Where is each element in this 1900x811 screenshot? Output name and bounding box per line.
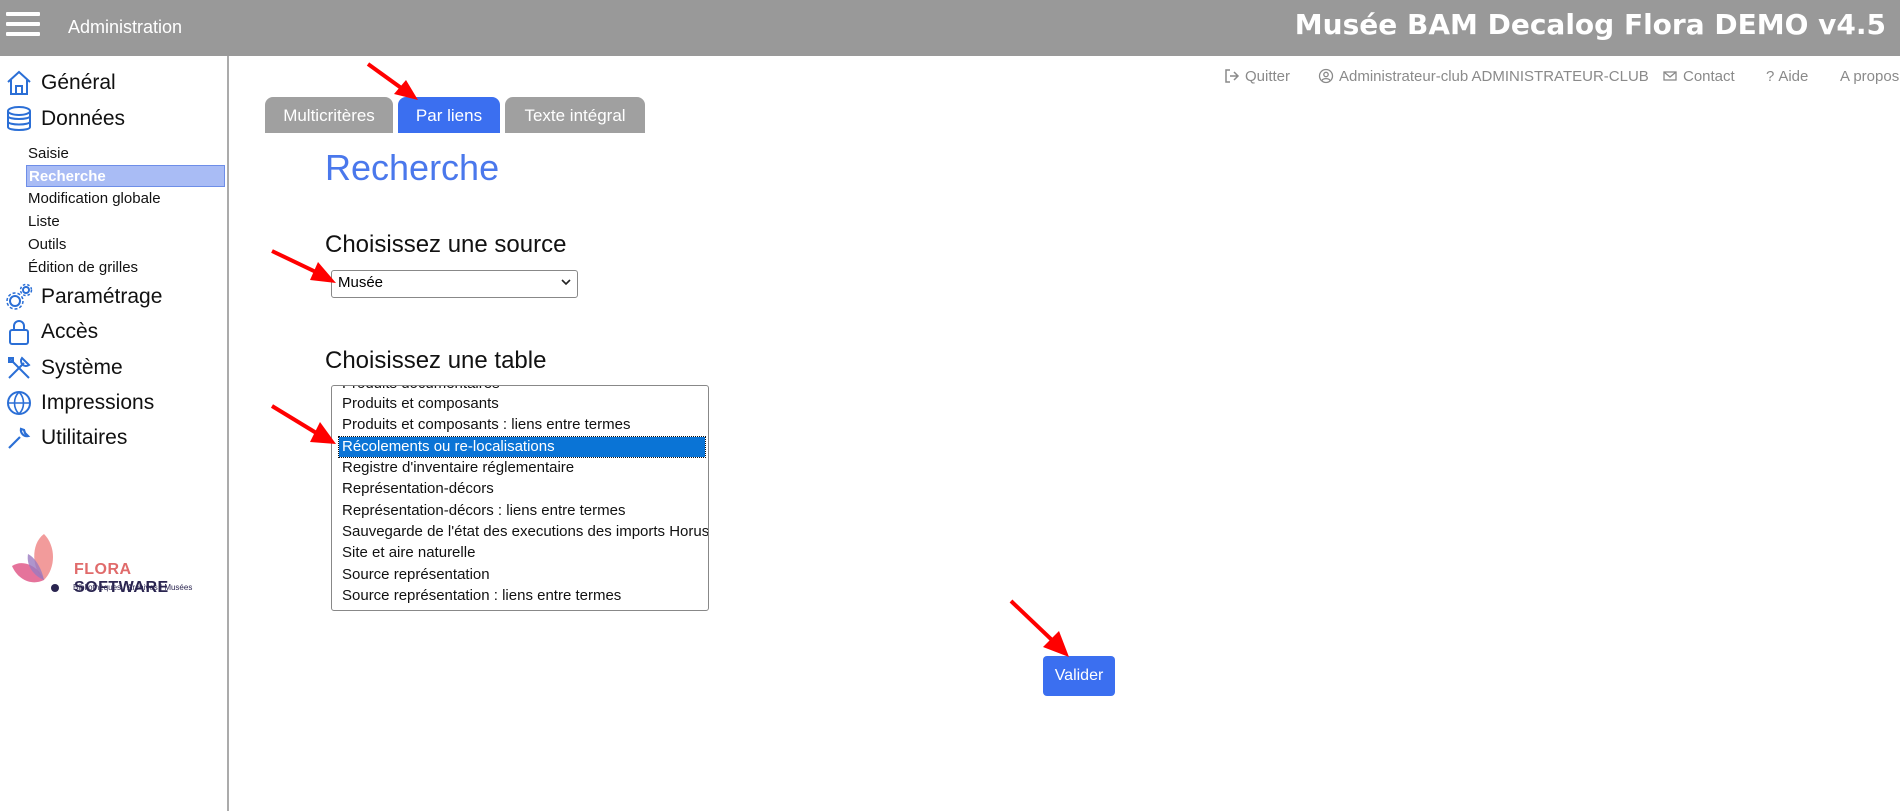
chevron-down-icon xyxy=(561,279,571,286)
gears-icon xyxy=(6,283,33,310)
list-item[interactable]: Sauvegarde de l'état des executions des … xyxy=(339,522,708,542)
about-label: A propos xyxy=(1840,67,1900,85)
section-title: Administration xyxy=(68,17,183,37)
question-icon: ? xyxy=(1766,67,1775,85)
globe-icon xyxy=(7,391,31,415)
user-icon xyxy=(1318,68,1334,84)
list-item[interactable]: Produits et composants : liens entre ter… xyxy=(339,415,705,435)
sidebar-subitem-liste[interactable]: Liste xyxy=(26,211,225,233)
sidebar-subitem-saisie[interactable]: Saisie xyxy=(26,143,225,165)
source-select[interactable]: Musée xyxy=(331,270,578,298)
about-link[interactable]: A propos xyxy=(1840,67,1899,85)
list-item[interactable]: Registre d'inventaire réglementaire xyxy=(339,458,705,478)
tab-multicriteres[interactable]: Multicritères xyxy=(265,97,393,133)
logo-tagline: Bibliothèques | Archives | Musées xyxy=(73,583,193,592)
contact-link[interactable]: Contact xyxy=(1662,67,1735,85)
sidebar-item-label: Paramétrage xyxy=(41,285,163,308)
sidebar-item-label: Impressions xyxy=(41,391,155,414)
user-label: Administrateur-club ADMINISTRATEUR-CLUB xyxy=(1339,67,1649,85)
flora-software-logo: FLORA SOFTWARE Bibliothèques | Archives … xyxy=(4,530,226,596)
home-icon xyxy=(7,70,31,95)
source-heading: Choisissez une source xyxy=(325,231,567,258)
annotation-arrow-source xyxy=(271,249,336,283)
sidebar-item-impressions[interactable]: Impressions xyxy=(4,388,154,418)
quit-label: Quitter xyxy=(1245,67,1291,85)
tab-texte-integral[interactable]: Texte intégral xyxy=(505,97,645,133)
sidebar-item-systeme[interactable]: Système xyxy=(4,353,123,383)
sidebar-item-acces[interactable]: Accès xyxy=(4,317,98,347)
quit-link[interactable]: Quitter xyxy=(1224,67,1290,85)
sidebar-item-label: Utilitaires xyxy=(41,426,128,449)
list-item[interactable]: Représentation-décors : liens entre term… xyxy=(339,501,705,521)
table-listbox[interactable]: Produits documentaires Produits et compo… xyxy=(331,385,709,611)
envelope-icon xyxy=(1663,71,1677,81)
flower-logo-icon xyxy=(12,534,59,592)
list-item-selected[interactable]: Récolements ou re-localisations xyxy=(338,436,706,458)
sidebar-item-label: Système xyxy=(41,356,123,379)
app-title: Musée BAM Decalog Flora DEMO v4.5 xyxy=(1294,8,1886,41)
sidebar-item-label: Accès xyxy=(41,320,99,343)
sidebar-subitem-modification-globale[interactable]: Modification globale xyxy=(26,188,225,210)
help-label: Aide xyxy=(1778,67,1809,85)
database-icon xyxy=(7,106,31,131)
sidebar-item-parametrage[interactable]: Paramétrage xyxy=(4,282,162,312)
contact-label: Contact xyxy=(1683,67,1735,85)
sidebar: Général Données Saisie Recherche Modific… xyxy=(0,56,229,811)
list-item[interactable]: Produits et composants xyxy=(339,394,705,414)
annotation-arrow-submit xyxy=(1009,599,1069,657)
sidebar-item-label: Général xyxy=(41,71,116,94)
sidebar-subitem-recherche[interactable]: Recherche xyxy=(26,165,225,187)
table-heading: Choisissez une table xyxy=(325,347,547,374)
sidebar-item-label: Données xyxy=(41,107,126,130)
submit-button[interactable]: Valider xyxy=(1043,656,1115,696)
sidebar-item-general[interactable]: Général xyxy=(4,68,116,98)
sidebar-subitem-outils[interactable]: Outils xyxy=(26,234,225,256)
lock-icon xyxy=(9,320,29,345)
source-select-value: Musée xyxy=(338,274,384,291)
tools-icon xyxy=(8,356,31,379)
user-link[interactable]: Administrateur-club ADMINISTRATEUR-CLUB xyxy=(1318,67,1649,85)
help-link[interactable]: ? Aide xyxy=(1766,67,1808,85)
wrench-icon xyxy=(8,427,31,449)
tab-par-liens[interactable]: Par liens xyxy=(398,97,500,133)
list-item[interactable]: Représentation-décors xyxy=(339,479,705,499)
page-title: Recherche xyxy=(325,147,500,188)
list-item[interactable]: Site et aire naturelle xyxy=(339,543,705,563)
sidebar-item-donnees[interactable]: Données xyxy=(4,104,125,134)
hamburger-menu-icon[interactable] xyxy=(6,12,40,42)
list-item[interactable]: Source représentation xyxy=(339,565,705,585)
top-bar: Administration Musée BAM Decalog Flora D… xyxy=(0,0,1900,56)
sidebar-subitem-edition-grilles[interactable]: Édition de grilles xyxy=(26,257,225,279)
logo-brand-part-a: FLORA xyxy=(74,561,132,578)
annotation-arrow-table xyxy=(270,404,336,444)
logout-icon xyxy=(1225,69,1240,83)
sidebar-item-utilitaires[interactable]: Utilitaires xyxy=(4,423,127,453)
list-item[interactable]: Produits documentaires xyxy=(339,386,705,394)
annotation-arrow-tab xyxy=(366,62,418,100)
list-item[interactable]: Source représentation : liens entre term… xyxy=(339,586,705,606)
